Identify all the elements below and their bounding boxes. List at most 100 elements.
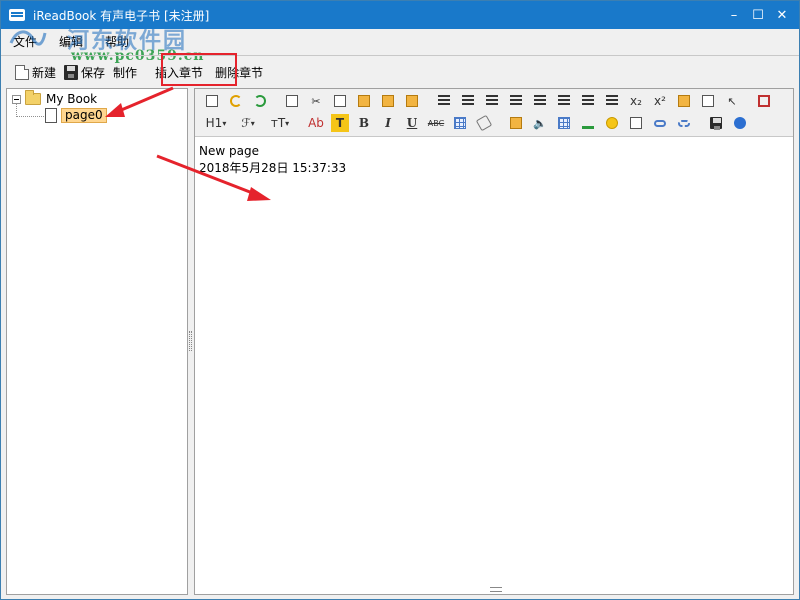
preview-button[interactable]: [283, 92, 301, 110]
new-button-label: 新建: [32, 65, 57, 80]
horizontal-rule-button[interactable]: [579, 114, 597, 132]
tree-root-label: My Book: [46, 92, 98, 106]
bold-button[interactable]: B: [355, 114, 373, 132]
copy-icon: [334, 95, 346, 107]
smiley-icon: [606, 117, 618, 129]
source-doc-icon: [206, 95, 218, 107]
align-left-button[interactable]: [435, 92, 453, 110]
save-disk-icon: [710, 117, 722, 130]
cut-button[interactable]: ✂: [307, 92, 325, 110]
chevron-down-icon: ▾: [250, 118, 255, 128]
format-painter-button[interactable]: [699, 92, 717, 110]
align-left-icon: [438, 95, 450, 107]
app-window: iReadBook 有声电子书 [未注册] – ☐ ✕ 文件 编辑 帮助 河东软…: [0, 0, 800, 600]
superscript-button[interactable]: x²: [651, 92, 669, 110]
fullscreen-icon: [758, 95, 770, 107]
horizontal-rule-icon: [582, 117, 594, 129]
eraser-button[interactable]: [475, 114, 493, 132]
app-book-icon: [9, 9, 25, 21]
source-button[interactable]: [203, 92, 221, 110]
underline-button[interactable]: U: [403, 114, 421, 132]
heading-dropdown[interactable]: H1 ▾: [203, 114, 229, 132]
insert-table-button[interactable]: [555, 114, 573, 132]
page-break-icon: [630, 117, 642, 129]
paste-icon: [358, 95, 370, 107]
justify-icon: [510, 95, 522, 107]
paste-text-button[interactable]: [379, 92, 397, 110]
text-color-button[interactable]: Ab: [307, 114, 325, 132]
editor-panel: ✂ x₂ x² ↖ H1 ▾ ℱ ▾ тT ▾ Ab T B I U ABC 🔈…: [194, 88, 794, 595]
unlink-button[interactable]: [675, 114, 693, 132]
emoticon-button[interactable]: [603, 114, 621, 132]
align-center-icon: [462, 95, 474, 107]
highlight-button[interactable]: T: [331, 114, 349, 132]
splitter-grip[interactable]: [189, 331, 192, 351]
editor-content[interactable]: New page 2018年5月28日 15:37:33: [199, 143, 346, 177]
indent-icon: [582, 95, 594, 107]
align-right-button[interactable]: [483, 92, 501, 110]
font-size-dropdown[interactable]: тT ▾: [267, 114, 293, 132]
insert-audio-button[interactable]: 🔈: [531, 114, 549, 132]
undo-button[interactable]: [227, 92, 245, 110]
tree-child-label: page0: [61, 108, 107, 123]
link-icon: [654, 119, 666, 127]
ordered-list-icon: [534, 95, 546, 107]
resize-grip[interactable]: [490, 587, 502, 592]
unlink-icon: [678, 119, 690, 127]
tree-node-root[interactable]: My Book: [12, 90, 98, 106]
link-button[interactable]: [651, 114, 669, 132]
menu-edit[interactable]: 编辑: [59, 33, 83, 50]
maximize-button[interactable]: ☐: [747, 1, 769, 29]
save-content-button[interactable]: [707, 114, 725, 132]
italic-button[interactable]: I: [379, 114, 397, 132]
fullscreen-button[interactable]: [755, 92, 773, 110]
paste-word-icon: [406, 95, 418, 107]
preview-icon: [286, 95, 298, 107]
align-center-button[interactable]: [459, 92, 477, 110]
remove-format-button[interactable]: [675, 92, 693, 110]
outdent-button[interactable]: [603, 92, 621, 110]
insert-image-button[interactable]: [507, 114, 525, 132]
save-button-label: 保存: [81, 65, 106, 80]
paste-word-button[interactable]: [403, 92, 421, 110]
window-title: iReadBook 有声电子书 [未注册]: [33, 8, 210, 23]
indent-button[interactable]: [579, 92, 597, 110]
cursor-arrow-icon: ↖: [727, 94, 737, 108]
main-toolbar: 新建 保存 制作 插入章节 删除章节: [1, 59, 799, 85]
collapse-icon[interactable]: [12, 94, 21, 104]
editor-toolbar-row-1: ✂ x₂ x² ↖: [203, 90, 779, 112]
ordered-list-button[interactable]: [531, 92, 549, 110]
new-document-icon: [15, 64, 29, 80]
special-char-button[interactable]: [451, 114, 469, 132]
menu-divider: [1, 55, 799, 56]
new-button[interactable]: 新建: [15, 64, 56, 81]
page-icon: [45, 108, 57, 123]
close-button[interactable]: ✕: [771, 1, 793, 29]
tree-node-page0[interactable]: page0: [45, 108, 107, 123]
speaker-icon: 🔈: [533, 116, 547, 130]
unordered-list-icon: [558, 95, 570, 107]
font-family-dropdown[interactable]: ℱ ▾: [235, 114, 261, 132]
redo-button[interactable]: [251, 92, 269, 110]
paste-button[interactable]: [355, 92, 373, 110]
paste-text-icon: [382, 95, 394, 107]
subscript-button[interactable]: x₂: [627, 92, 645, 110]
special-char-icon: [454, 117, 466, 129]
copy-button[interactable]: [331, 92, 349, 110]
help-icon: [734, 117, 746, 129]
undo-icon: [230, 95, 242, 107]
content-line: 2018年5月28日 15:37:33: [199, 161, 347, 175]
save-button[interactable]: 保存: [64, 64, 105, 81]
strikethrough-button[interactable]: ABC: [427, 114, 445, 132]
menu-help[interactable]: 帮助: [105, 33, 129, 50]
help-button[interactable]: [731, 114, 749, 132]
unordered-list-button[interactable]: [555, 92, 573, 110]
redo-icon: [254, 95, 266, 107]
editor-toolbar-row-2: H1 ▾ ℱ ▾ тT ▾ Ab T B I U ABC 🔈: [203, 112, 755, 134]
make-button[interactable]: 制作: [113, 64, 137, 81]
page-break-button[interactable]: [627, 114, 645, 132]
select-button[interactable]: ↖: [723, 92, 741, 110]
image-icon: [510, 117, 522, 129]
justify-button[interactable]: [507, 92, 525, 110]
minimize-button[interactable]: –: [723, 1, 745, 29]
